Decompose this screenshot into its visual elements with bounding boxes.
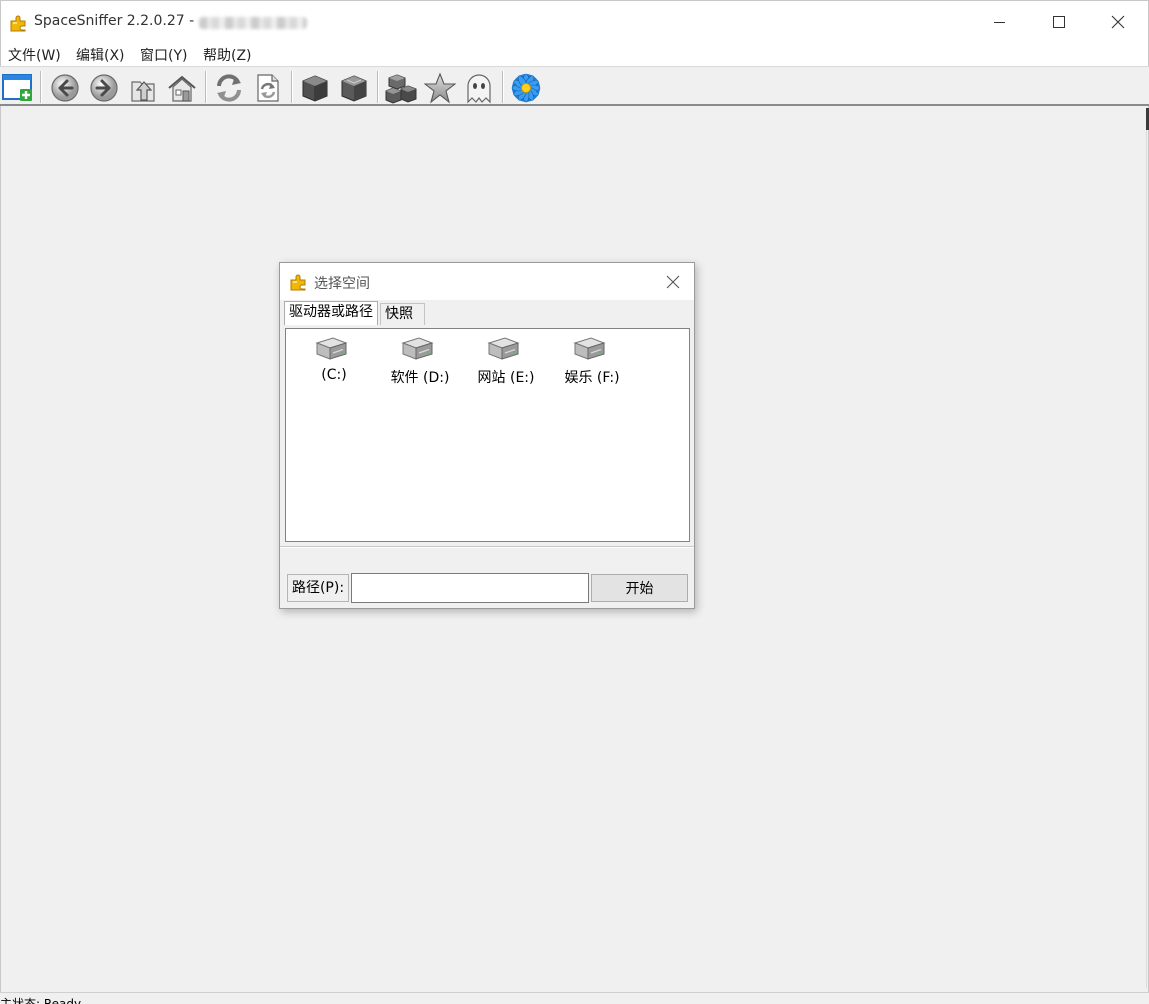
tab-drives-or-path[interactable]: 驱动器或路径 bbox=[284, 301, 378, 325]
drive-item-d[interactable]: 软件 (D:) bbox=[375, 335, 455, 391]
dialog-close-button[interactable] bbox=[663, 272, 683, 292]
hard-drive-icon bbox=[315, 337, 348, 360]
menu-file[interactable]: 文件(W) bbox=[8, 45, 61, 65]
menu-help[interactable]: 帮助(Z) bbox=[203, 45, 252, 65]
dialog-title: 选择空间 bbox=[314, 276, 370, 292]
close-icon bbox=[1111, 15, 1125, 29]
forward-button[interactable] bbox=[88, 72, 120, 104]
zoom-out-cube-icon bbox=[341, 75, 367, 102]
settings-flower-icon bbox=[511, 73, 541, 103]
new-window-button[interactable] bbox=[2, 72, 34, 104]
menu-bar: 文件(W) 编辑(X) 窗口(Y) 帮助(Z) bbox=[0, 42, 1149, 66]
dialog-divider bbox=[280, 546, 694, 548]
dialog-title-bar[interactable]: 选择空间 bbox=[280, 263, 694, 300]
close-icon bbox=[666, 275, 680, 289]
minimize-icon bbox=[994, 22, 1005, 23]
back-icon bbox=[51, 74, 79, 102]
up-folder-button[interactable] bbox=[127, 72, 159, 104]
status-text: 主状态: Ready bbox=[0, 997, 82, 1004]
drive-label: 网站 (E:) bbox=[477, 370, 535, 386]
zoom-in-cube-button[interactable] bbox=[299, 72, 331, 104]
spacesniffer-window: SpaceSniffer 2.2.0.27 - 文件(W) 编辑(X) 窗口(Y… bbox=[0, 0, 1149, 1004]
up-folder-icon bbox=[131, 81, 155, 102]
back-button[interactable] bbox=[49, 72, 81, 104]
toolbar-separator bbox=[502, 71, 504, 103]
drive-label: (C:) bbox=[321, 367, 347, 383]
window-title: SpaceSniffer 2.2.0.27 - bbox=[34, 13, 195, 29]
ghost-button[interactable] bbox=[463, 72, 495, 104]
drive-list: (C:) 软件 (D:) 网站 (E:) 娱乐 (F:) bbox=[285, 328, 690, 542]
rescan-icon bbox=[257, 74, 279, 102]
toolbar-separator bbox=[377, 71, 379, 103]
drive-item-c[interactable]: (C:) bbox=[289, 335, 369, 391]
forward-icon bbox=[90, 74, 118, 102]
minimize-button[interactable] bbox=[971, 1, 1029, 43]
puzzle-app-icon bbox=[10, 15, 26, 32]
home-button[interactable] bbox=[166, 72, 198, 104]
select-space-dialog: 选择空间 驱动器或路径 快照 (C:) 软件 (D:) 网站 (E:) 娱乐 (… bbox=[279, 262, 695, 609]
favorite-button[interactable] bbox=[424, 72, 456, 104]
hard-drive-icon bbox=[487, 337, 520, 360]
drive-item-f[interactable]: 娱乐 (F:) bbox=[547, 335, 627, 391]
maximize-icon bbox=[1053, 16, 1065, 28]
new-window-icon bbox=[2, 74, 32, 101]
zoom-out-cube-button[interactable] bbox=[338, 72, 370, 104]
maximize-button[interactable] bbox=[1030, 1, 1088, 43]
hard-drive-icon bbox=[401, 337, 434, 360]
redacted-title-fragment bbox=[199, 17, 307, 29]
drive-item-e[interactable]: 网站 (E:) bbox=[461, 335, 541, 391]
home-icon bbox=[168, 75, 196, 102]
status-bar: 主状态: Ready bbox=[0, 992, 1149, 1004]
hard-drive-icon bbox=[573, 337, 606, 360]
drive-label: 娱乐 (F:) bbox=[564, 370, 620, 386]
close-button[interactable] bbox=[1089, 1, 1147, 43]
tags-cubes-button[interactable] bbox=[385, 72, 417, 104]
path-input[interactable] bbox=[351, 573, 589, 603]
toolbar bbox=[0, 66, 1149, 106]
refresh-button[interactable] bbox=[213, 72, 245, 104]
drive-label: 软件 (D:) bbox=[390, 370, 450, 386]
menu-edit[interactable]: 编辑(X) bbox=[76, 45, 125, 65]
rescan-button[interactable] bbox=[252, 72, 284, 104]
settings-button[interactable] bbox=[510, 72, 542, 104]
puzzle-app-icon bbox=[290, 274, 306, 291]
path-label: 路径(P): bbox=[287, 574, 349, 602]
toolbar-separator bbox=[40, 71, 42, 103]
ghost-icon bbox=[467, 74, 491, 104]
start-button[interactable]: 开始 bbox=[591, 574, 688, 602]
toolbar-separator bbox=[291, 71, 293, 103]
title-bar[interactable]: SpaceSniffer 2.2.0.27 - bbox=[0, 0, 1149, 42]
menu-window[interactable]: 窗口(Y) bbox=[140, 45, 187, 65]
favorite-star-icon bbox=[424, 72, 456, 104]
tags-cubes-icon bbox=[385, 74, 417, 104]
tab-snapshot[interactable]: 快照 bbox=[380, 303, 425, 325]
zoom-in-cube-icon bbox=[302, 75, 328, 102]
toolbar-separator bbox=[205, 71, 207, 103]
refresh-icon bbox=[217, 74, 241, 102]
